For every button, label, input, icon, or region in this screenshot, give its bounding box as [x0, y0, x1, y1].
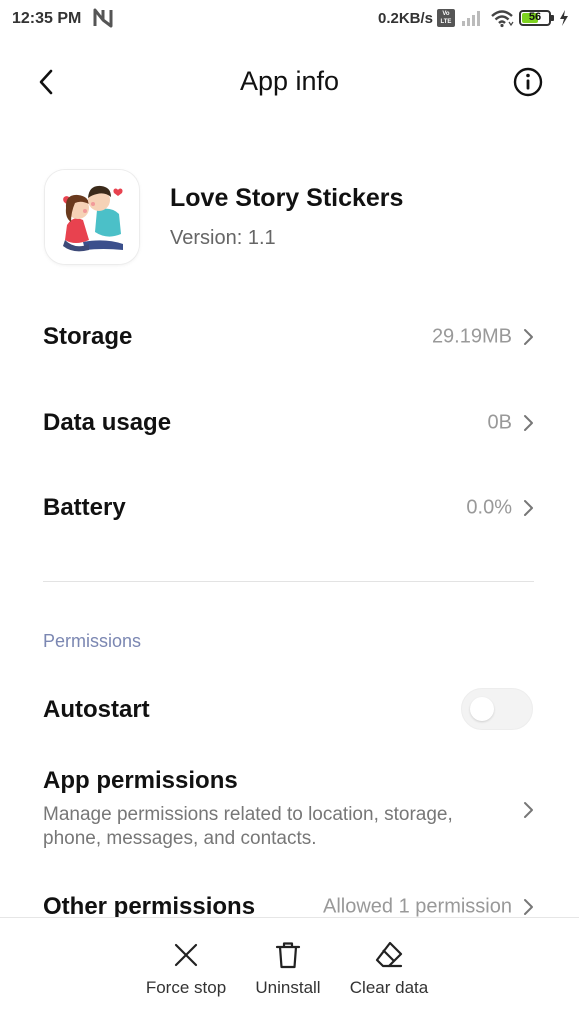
storage-row[interactable]: Storage 29.19MB: [0, 302, 579, 372]
battery-label: Battery: [43, 494, 126, 521]
charging-bolt-icon: [560, 10, 568, 26]
app-permissions-description: Manage permissions related to location, …: [43, 804, 453, 849]
wifi-icon: [491, 10, 514, 28]
data-usage-label: Data usage: [43, 409, 172, 436]
signal-icon: [462, 11, 480, 26]
app-version: Version: 1.1: [170, 227, 276, 249]
section-divider: [43, 581, 534, 582]
battery-value: 0.0%: [466, 496, 512, 519]
clear-data-button[interactable]: Clear data: [334, 940, 444, 1010]
toggle-knob: [470, 697, 494, 721]
battery-icon: 56: [519, 10, 551, 26]
app-permissions-title: App permissions: [43, 767, 238, 794]
clear-data-label: Clear data: [349, 978, 429, 997]
chevron-right-icon: [524, 899, 533, 915]
volte-icon: Vo LTE: [437, 9, 455, 27]
force-stop-label: Force stop: [145, 978, 227, 997]
eraser-icon: [375, 941, 403, 968]
status-bar: 12:35 PM 0.2KB/s Vo LTE 56: [0, 0, 579, 38]
trash-icon: [275, 942, 301, 969]
battery-percent: 56: [528, 11, 542, 23]
chevron-right-icon: [524, 415, 533, 431]
status-time: 12:35 PM: [12, 10, 82, 27]
data-usage-value: 0B: [487, 411, 512, 434]
autostart-toggle[interactable]: [461, 688, 533, 730]
force-stop-button[interactable]: Force stop: [131, 940, 241, 1010]
chevron-right-icon: [524, 329, 533, 345]
love-couple-sticker-icon: [45, 170, 139, 264]
page-title: App info: [239, 66, 340, 96]
chevron-right-icon: [524, 500, 533, 516]
info-icon[interactable]: [512, 66, 544, 98]
close-x-icon: [174, 943, 198, 967]
storage-value: 29.19MB: [431, 325, 512, 348]
network-speed: 0.2KB/s: [378, 10, 434, 27]
data-usage-row[interactable]: Data usage 0B: [0, 388, 579, 458]
app-info-screen: 12:35 PM 0.2KB/s Vo LTE 56 App info Love…: [0, 0, 579, 1024]
header: App info: [0, 52, 579, 112]
app-name: Love Story Stickers: [170, 184, 404, 212]
app-icon: [45, 170, 139, 264]
notification-n-icon: [93, 8, 113, 28]
chevron-right-icon: [524, 802, 533, 818]
other-permissions-value: Allowed 1 permission: [323, 895, 512, 918]
autostart-label: Autostart: [43, 696, 150, 723]
battery-row[interactable]: Battery 0.0%: [0, 473, 579, 543]
storage-label: Storage: [43, 323, 133, 350]
battery-cap: [551, 15, 554, 21]
uninstall-button[interactable]: Uninstall: [233, 940, 343, 1010]
uninstall-label: Uninstall: [255, 978, 321, 997]
permissions-section-title: Permissions: [43, 631, 142, 651]
